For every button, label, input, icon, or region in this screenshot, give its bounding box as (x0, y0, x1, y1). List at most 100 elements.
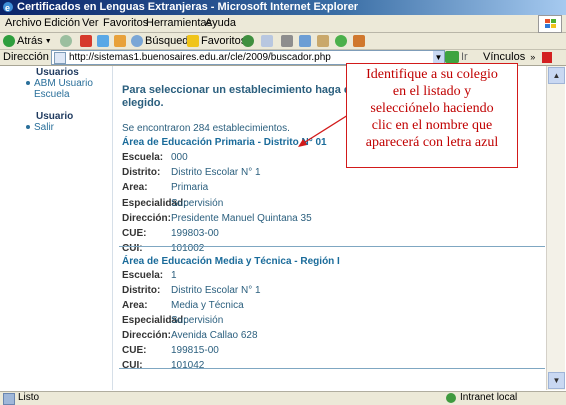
menu-ver[interactable]: Ver (82, 17, 99, 29)
field-value-distrito: Distrito Escolar N° 1 (171, 285, 261, 296)
sidebar-item-label: ABM Usuario (34, 78, 93, 89)
window-title: Certificados en Lenguas Extranjeras - Mi… (17, 1, 359, 13)
field-label-distrito: Distrito: (122, 167, 161, 178)
favorites-button[interactable]: Favoritos (187, 34, 246, 48)
messenger-icon (335, 35, 347, 47)
address-url: http://sistemas1.buenosaires.edu.ar/cle/… (69, 52, 331, 63)
edit-icon (299, 35, 311, 47)
field-label-cue: CUE: (122, 345, 147, 356)
instructions-heading: Para seleccionar un establecimiento haga… (122, 84, 363, 96)
sidebar-item-escuela[interactable]: Escuela (34, 89, 70, 100)
callout-line: clic en el nombre que (371, 118, 493, 133)
sidebar: Usuarios ABM Usuario Escuela Usuario Sal… (0, 66, 113, 390)
sidebar-item-salir[interactable]: Salir (26, 122, 54, 133)
go-arrow-icon[interactable] (445, 51, 459, 63)
field-value-cui: 101042 (171, 360, 205, 371)
star-icon (187, 35, 199, 47)
zone-text: Intranet local (460, 392, 518, 403)
title-bar: e Certificados en Lenguas Extranjeras - … (0, 0, 566, 15)
field-label-cui: CUI: (122, 243, 143, 254)
field-label-escuela: Escuela: (122, 270, 164, 281)
school-link[interactable]: Área de Educación Media y Técnica - Regi… (122, 256, 340, 267)
pdf-icon (542, 51, 553, 63)
field-label-area: Area: (122, 300, 148, 311)
field-value-especialidad: Supervisión (171, 315, 224, 326)
discuss-icon (317, 35, 329, 47)
forward-button[interactable] (60, 34, 74, 48)
history-button[interactable] (242, 34, 256, 48)
callout-line: selecciónelo haciendo (370, 101, 494, 116)
forward-arrow-icon (60, 35, 72, 47)
home-button[interactable] (114, 34, 128, 48)
instructions-heading-2: elegido. (122, 97, 164, 109)
record-divider (119, 368, 545, 369)
go-label[interactable]: Ir (461, 51, 468, 63)
menu-favoritos[interactable]: Favoritos (103, 17, 148, 29)
field-value-cui: 101002 (171, 243, 205, 254)
dropdown-arrow-icon: ▼ (44, 37, 52, 45)
bullet-icon (26, 125, 30, 130)
field-value-especialidad: Supervisión (171, 198, 224, 209)
favorites-label: Favoritos (201, 35, 247, 47)
refresh-icon (97, 35, 109, 47)
links-button[interactable]: Vínculos » (483, 51, 553, 63)
field-value-cue: 199815-00 (171, 345, 219, 356)
menu-ayuda[interactable]: Ayuda (205, 17, 236, 29)
scroll-down-button[interactable]: ▼ (548, 372, 565, 389)
back-label: Atrás (17, 35, 43, 47)
menu-bar: Archivo Edición Ver Favoritos Herramient… (0, 15, 566, 33)
windows-logo-icon (538, 15, 562, 33)
sidebar-section-usuarios: Usuarios (36, 67, 79, 78)
bullet-icon (26, 81, 30, 86)
field-value-area: Media y Técnica (171, 300, 244, 311)
stop-icon (80, 35, 92, 47)
sidebar-item-abm-usuario[interactable]: ABM Usuario (26, 78, 93, 89)
address-label: Dirección (3, 51, 49, 63)
home-icon (114, 35, 126, 47)
menu-edicion[interactable]: Edición (44, 17, 80, 29)
print-icon (281, 35, 293, 47)
svg-text:e: e (5, 3, 10, 13)
research-icon (353, 35, 365, 47)
results-count: Se encontraron 284 establecimientos. (122, 123, 290, 134)
status-text: Listo (18, 392, 40, 403)
menu-herramientas[interactable]: Herramientas (146, 17, 212, 29)
field-label-area: Area: (122, 182, 148, 193)
scroll-up-button[interactable]: ▲ (548, 67, 565, 84)
messenger-button[interactable] (335, 34, 349, 48)
vertical-scrollbar[interactable]: ▲ ▼ (546, 66, 565, 390)
field-label-direccion: Dirección: (122, 330, 171, 341)
links-label: Vínculos (483, 51, 526, 63)
field-label-distrito: Distrito: (122, 285, 161, 296)
field-value-cue: 199803-00 (171, 228, 219, 239)
search-button[interactable]: Búsqueda (131, 34, 195, 48)
mail-button[interactable] (261, 34, 275, 48)
field-label-escuela: Escuela: (122, 152, 164, 163)
stop-button[interactable] (80, 34, 94, 48)
field-label-cui: CUI: (122, 360, 143, 371)
field-value-area: Primaria (171, 182, 209, 193)
instruction-callout: Identifique a su colegio en el listado y… (346, 63, 518, 168)
edit-button[interactable] (299, 34, 313, 48)
sidebar-section-usuario: Usuario (36, 111, 74, 122)
field-value-escuela: 1 (171, 270, 177, 281)
ie-icon: e (2, 1, 14, 13)
field-value-distrito: Distrito Escolar N° 1 (171, 167, 261, 178)
search-icon (131, 35, 143, 47)
field-label-cue: CUE: (122, 228, 147, 239)
print-button[interactable] (281, 34, 295, 48)
field-value-direccion: Avenida Callao 628 (171, 330, 258, 341)
callout-line: Identifique a su colegio (366, 67, 498, 82)
intranet-zone-icon (446, 393, 456, 403)
refresh-button[interactable] (97, 34, 111, 48)
discuss-button[interactable] (317, 34, 331, 48)
research-button[interactable] (353, 34, 367, 48)
status-bar: Listo Intranet local (0, 391, 566, 405)
sidebar-item-label: Salir (34, 122, 55, 133)
history-icon (242, 35, 254, 47)
back-arrow-icon (3, 35, 15, 47)
field-value-direccion: Presidente Manuel Quintana 35 (171, 213, 312, 224)
field-value-escuela: 000 (171, 152, 188, 163)
menu-archivo[interactable]: Archivo (5, 17, 42, 29)
back-button[interactable]: Atrás ▼ (3, 34, 52, 48)
